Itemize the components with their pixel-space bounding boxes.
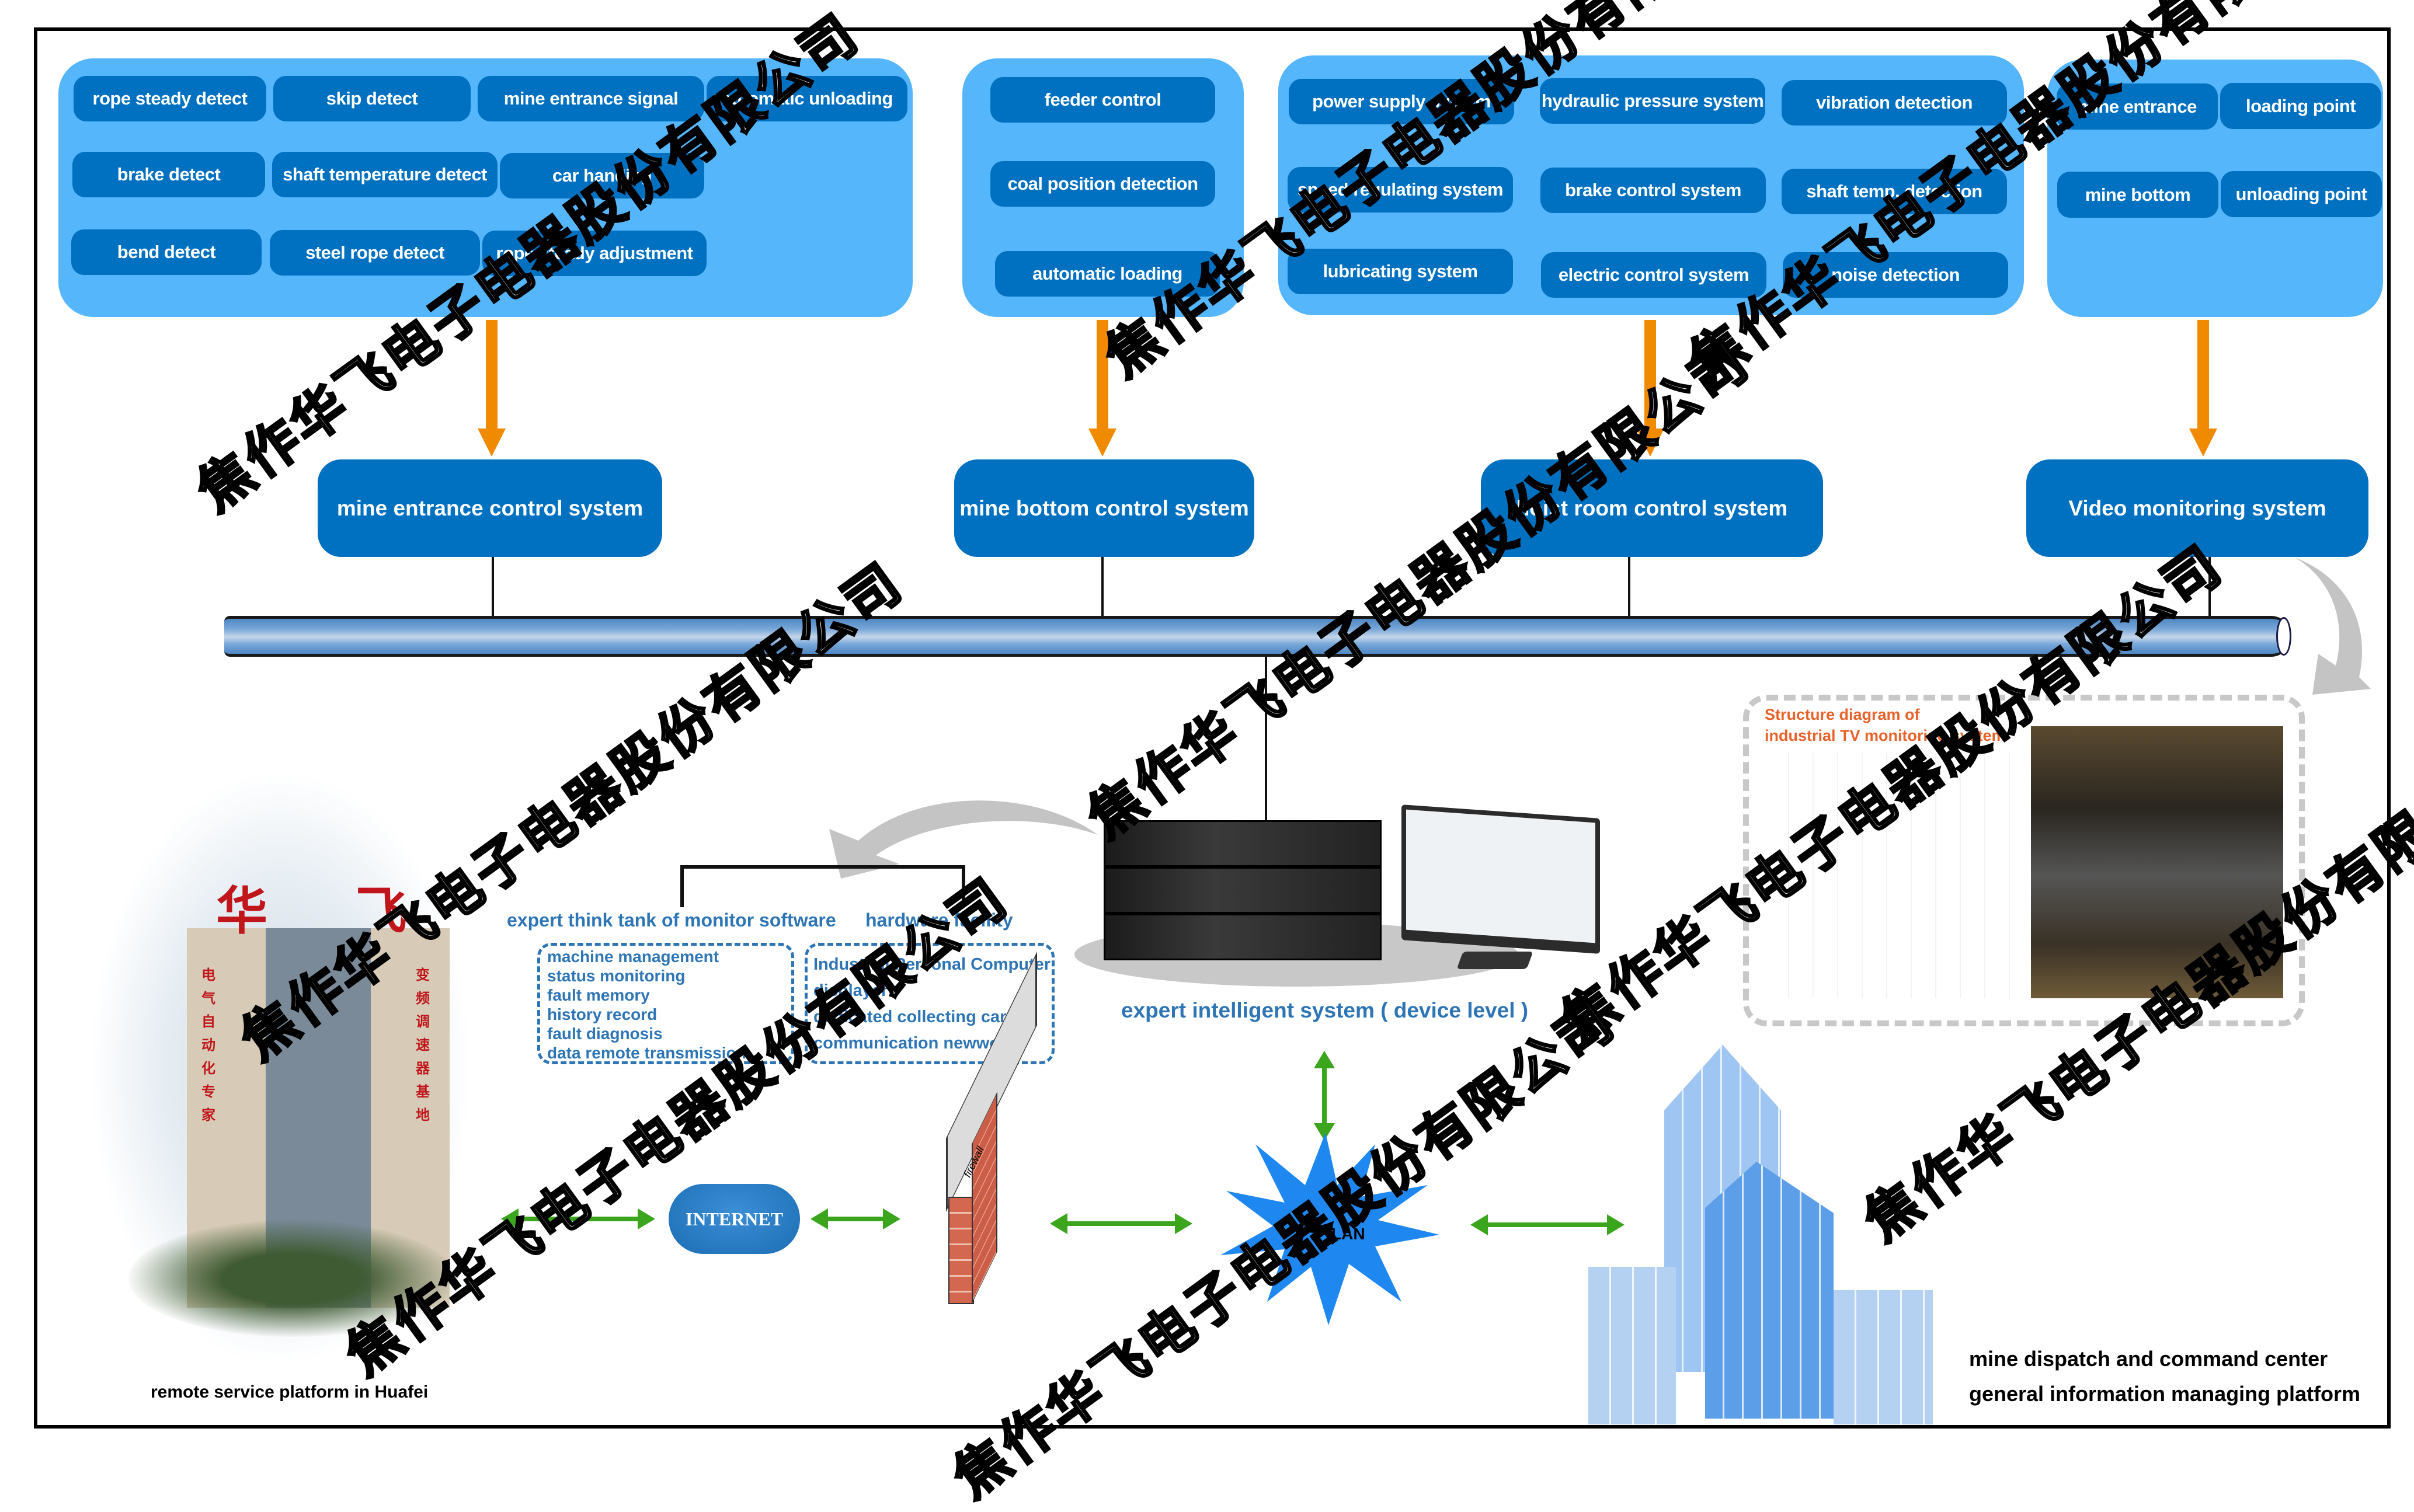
tv-structure-diagram <box>1765 753 2027 998</box>
chip-lubricating-system: lubricating system <box>1288 249 1513 294</box>
control-room-photo <box>2031 726 2283 998</box>
arrow-video-down <box>2189 320 2217 457</box>
tv-title-line2: industrial TV monitoring system <box>1765 727 2006 744</box>
huafei-sign: 华 飞 <box>216 881 442 941</box>
lan-starburst-shape <box>1220 1133 1439 1325</box>
chip-skip-detect: skip detect <box>273 76 471 121</box>
group-hoist-room: power supply system hydraulic pressure s… <box>1278 55 2024 315</box>
monitor <box>1401 804 1600 954</box>
link-internet-firewall[interactable] <box>811 1208 900 1229</box>
chip-speed-regulating-system: speed regulating system <box>1288 167 1513 212</box>
huafei-trees <box>128 1220 455 1337</box>
link-huafei-internet[interactable] <box>501 1208 655 1229</box>
server-unit <box>1104 867 1382 914</box>
curved-arrow-to-tv <box>2295 558 2371 695</box>
software-item: machine management <box>547 947 719 966</box>
internet-label: INTERNET <box>685 1208 784 1229</box>
mine-entrance-control-system: mine entrance control system <box>318 459 662 557</box>
chip-mine-bottom: mine bottom <box>2057 172 2218 218</box>
chip-automatic-loading: automatic loading <box>995 251 1220 297</box>
chip-bend-detect: bend detect <box>71 229 262 275</box>
chip-loading-point: loading point <box>2220 83 2381 129</box>
dispatch-line1: mine dispatch and command center <box>1969 1347 2328 1371</box>
lan-starburst-icon[interactable]: LAN <box>1209 1133 1442 1325</box>
chip-rope-steady-adjustment: rope steady adjustment <box>482 231 707 276</box>
chip-mine-entrance: mine entrance <box>2057 83 2218 130</box>
chip-feeder-control: feeder control <box>990 77 1215 123</box>
firewall-icon[interactable]: firewall <box>946 952 1037 1304</box>
bus-end-cap <box>2276 617 2291 656</box>
chip-unloading-point: unloading point <box>2221 171 2382 217</box>
chip-shaft-temperature-detect: shaft temperature detect <box>272 152 498 197</box>
expert-bracket <box>680 865 965 907</box>
server-unit <box>1104 914 1382 960</box>
connector-entrance <box>492 557 494 617</box>
dispatch-wing-left <box>1588 1267 1676 1424</box>
chip-power-supply-system: power supply system <box>1289 79 1514 124</box>
expert-system-caption: expert intelligent system ( device level… <box>1121 998 1529 1022</box>
server-unit <box>1104 820 1382 867</box>
software-item: data remote transmission <box>547 1044 746 1062</box>
chip-coal-position-detection: coal position detection <box>990 161 1215 207</box>
software-list-box: machine management status monitoring fau… <box>537 943 794 1064</box>
hardware-title: hardware facility <box>865 910 1013 931</box>
server-rack <box>1104 820 1396 960</box>
communication-bus <box>224 616 2291 657</box>
group-mine-entrance: rope steady detect skip detect mine entr… <box>58 58 913 317</box>
chip-electric-control-system: electric control system <box>1541 252 1766 298</box>
dispatch-wing-right <box>1834 1290 1933 1424</box>
dispatch-tower-front <box>1705 1162 1834 1419</box>
chip-rope-steady-detect: rope steady detect <box>74 76 266 121</box>
connector-expert <box>1265 657 1267 826</box>
huafei-right-slogan: 变频调速器基地 <box>416 967 430 1123</box>
monitor-stand <box>1456 952 1533 969</box>
chip-mine-entrance-signal: mine entrance signal <box>478 76 704 121</box>
link-firewall-lan[interactable] <box>1050 1213 1192 1234</box>
group-mine-bottom: feeder control coal position detection a… <box>962 58 1244 317</box>
dispatch-building-icon <box>1588 1045 1950 1430</box>
chip-shaft-temp-detection: shaft temp. detection <box>1782 169 2007 214</box>
chip-noise-detection: noise detection <box>1783 252 2008 298</box>
software-item: fault diagnosis <box>547 1025 663 1043</box>
lan-label: LAN <box>1331 1225 1365 1243</box>
chip-car-handing: car handing <box>500 153 704 198</box>
firewall-wall <box>948 1197 974 1304</box>
chip-vibration-detection: vibration detection <box>1782 80 2007 126</box>
video-monitoring-system: Video monitoring system <box>2026 459 2368 557</box>
mine-bottom-control-system: mine bottom control system <box>954 459 1254 557</box>
connector-bottom <box>1101 557 1104 617</box>
software-item: history record <box>547 1005 658 1023</box>
tv-title-line1: Structure diagram of <box>1765 706 1920 723</box>
arrow-bottom-down <box>1088 320 1116 457</box>
hoist-room-control-system: hoist room control system <box>1481 459 1823 557</box>
dispatch-line2: general information managing platform <box>1969 1382 2361 1406</box>
tv-title: Structure diagram of industrial TV monit… <box>1765 704 2006 746</box>
arrow-hoist-down <box>1636 320 1664 457</box>
internet-cloud-icon[interactable]: INTERNET <box>669 1184 800 1254</box>
hardware-item: Industrial Personal Computer <box>813 955 1051 974</box>
group-video: mine entrance loading point mine bottom … <box>2047 60 2383 317</box>
software-title: expert think tank of monitor software <box>507 910 836 931</box>
huafei-left-slogan: 电气自动化专家 <box>201 967 215 1123</box>
monitor-screen <box>1406 809 1595 943</box>
huafei-caption: remote service platform in Huafei <box>151 1382 429 1402</box>
chip-hydraulic-pressure-system: hydraulic pressure system <box>1540 78 1765 124</box>
curved-arrow-to-tv-shape <box>2295 558 2371 695</box>
chip-automatic-unloading: automatic unloading <box>707 76 907 121</box>
chip-brake-detect: brake detect <box>72 152 265 197</box>
chip-steel-rope-detect: steel rope detect <box>270 230 480 276</box>
connector-hoist <box>1628 557 1630 617</box>
software-item: fault memory <box>547 986 650 1004</box>
arrow-entrance-down <box>478 320 506 457</box>
dispatch-caption: mine dispatch and command center general… <box>1969 1342 2360 1412</box>
chip-brake-control-system: brake control system <box>1540 168 1766 213</box>
link-expert-lan[interactable] <box>1314 1051 1335 1141</box>
software-item: status monitoring <box>547 967 686 985</box>
connector-video <box>2208 557 2211 617</box>
